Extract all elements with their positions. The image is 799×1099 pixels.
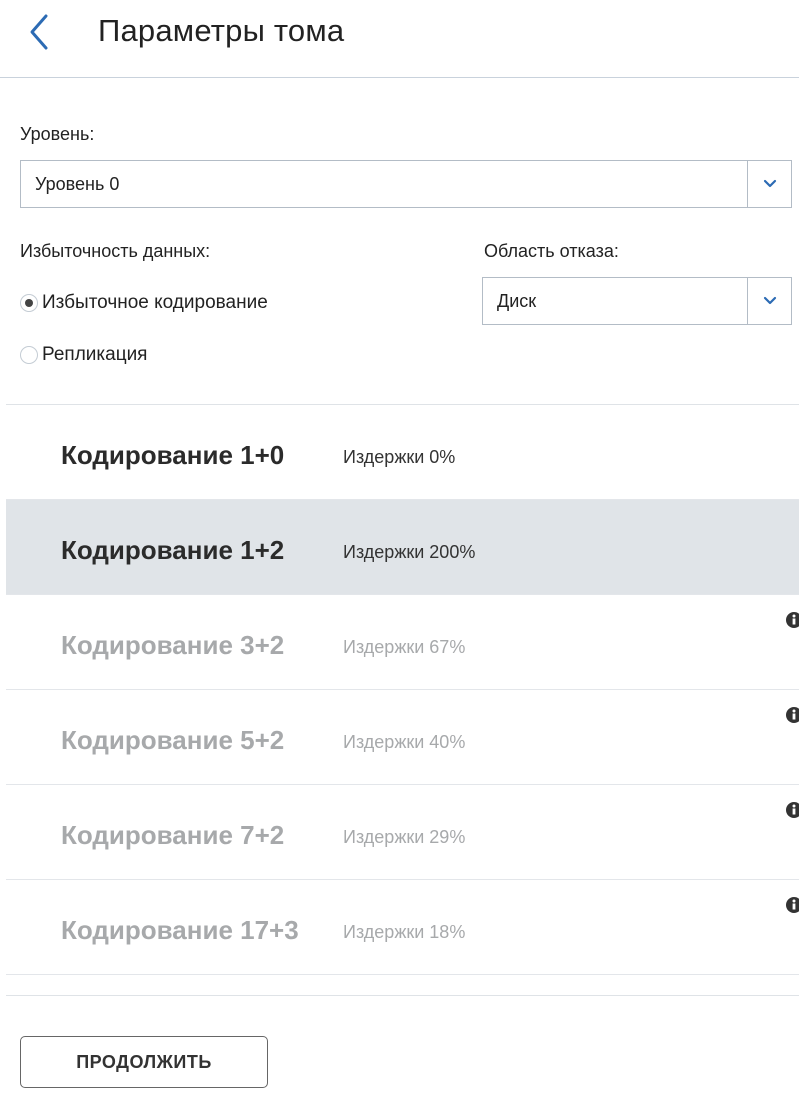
encoding-name: Кодирование 3+2 xyxy=(61,630,285,660)
redundancy-label: Избыточность данных: xyxy=(20,241,211,261)
info-icon[interactable] xyxy=(785,801,799,819)
encoding-option-disabled[interactable]: Кодирование 7+2 Издержки 29% xyxy=(6,785,799,880)
chevron-left-icon xyxy=(30,14,48,50)
encoding-option-disabled[interactable]: Кодирование 5+2 Издержки 40% xyxy=(6,690,799,785)
continue-button-label: ПРОДОЛЖИТЬ xyxy=(76,1052,212,1072)
radio-button-unchecked[interactable] xyxy=(20,346,38,364)
encoding-cost: Издержки 0% xyxy=(343,447,456,467)
encoding-name: Кодирование 1+2 xyxy=(61,535,285,565)
encoding-option[interactable]: Кодирование 1+0 Издержки 0% xyxy=(6,405,799,500)
encoding-cost: Издержки 200% xyxy=(343,542,476,562)
encoding-name: Кодирование 7+2 xyxy=(61,820,285,850)
encoding-cost: Издержки 29% xyxy=(343,827,466,847)
page-header: Параметры тома xyxy=(0,0,799,78)
info-icon[interactable] xyxy=(785,706,799,724)
back-button[interactable] xyxy=(22,10,62,54)
encoding-option-disabled[interactable]: Кодирование 3+2 Издержки 67% xyxy=(6,595,799,690)
page-title: Параметры тома xyxy=(98,13,345,48)
encoding-cost: Издержки 18% xyxy=(343,922,466,942)
encoding-option-disabled[interactable]: Кодирование 17+3 Издержки 18% xyxy=(6,880,799,975)
footer-divider xyxy=(6,995,799,996)
encoding-option-selected[interactable]: Кодирование 1+2 Издержки 200% xyxy=(6,500,799,595)
radio-button-checked[interactable] xyxy=(20,294,38,312)
info-icon[interactable] xyxy=(785,611,799,629)
encoding-cost: Издержки 67% xyxy=(343,637,466,657)
chevron-down-icon xyxy=(763,179,777,188)
radio-label-replication: Репликация xyxy=(42,344,148,365)
encoding-name: Кодирование 17+3 xyxy=(61,915,299,945)
failure-domain-label: Область отказа: xyxy=(484,241,619,261)
level-select-arrow[interactable] xyxy=(747,161,791,207)
level-select-value: Уровень 0 xyxy=(35,174,120,194)
radio-label-erasure-coding: Избыточное кодирование xyxy=(42,292,268,313)
info-icon[interactable] xyxy=(785,896,799,914)
chevron-down-icon xyxy=(763,296,777,305)
failure-domain-select[interactable]: Диск xyxy=(482,277,792,325)
level-select[interactable]: Уровень 0 xyxy=(20,160,792,208)
encoding-name: Кодирование 5+2 xyxy=(61,725,285,755)
failure-domain-select-value: Диск xyxy=(497,291,537,311)
encoding-name: Кодирование 1+0 xyxy=(61,440,285,470)
continue-button[interactable]: ПРОДОЛЖИТЬ xyxy=(20,1036,268,1088)
level-label: Уровень: xyxy=(20,124,95,144)
encoding-cost: Издержки 40% xyxy=(343,732,466,752)
failure-domain-select-arrow[interactable] xyxy=(747,278,791,324)
